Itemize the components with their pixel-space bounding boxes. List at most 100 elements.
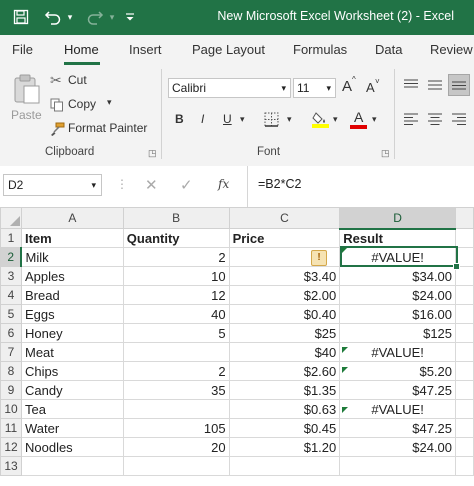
cell-b11[interactable]: 105 xyxy=(122,418,230,438)
cell-a9[interactable]: Candy xyxy=(20,380,124,400)
fill-color-dropdown-icon[interactable]: ▾ xyxy=(333,114,338,125)
cell-a11[interactable]: Water xyxy=(20,418,124,438)
cell-d4[interactable]: $24.00 xyxy=(339,285,457,305)
cell-c1[interactable]: Price xyxy=(228,228,341,248)
fill-handle[interactable] xyxy=(453,263,460,270)
fill-color-icon[interactable] xyxy=(312,110,329,128)
cell-a1[interactable]: Item xyxy=(20,228,124,248)
cell-a4[interactable]: Bread xyxy=(20,285,124,305)
row-header[interactable]: 7 xyxy=(0,342,22,362)
format-painter-button[interactable]: Format Painter xyxy=(50,120,150,138)
font-launcher-icon[interactable]: ◳ xyxy=(381,148,390,159)
tab-home[interactable]: Home xyxy=(64,42,99,57)
cell-e1[interactable] xyxy=(455,228,474,248)
cell-a3[interactable]: Apples xyxy=(20,266,124,286)
row-header[interactable]: 13 xyxy=(0,456,22,476)
cell-c5[interactable]: $0.40 xyxy=(228,304,341,324)
cell-e9[interactable] xyxy=(455,380,474,400)
cell-b6[interactable]: 5 xyxy=(122,323,230,343)
tab-data[interactable]: Data xyxy=(375,42,402,57)
row-header[interactable]: 3 xyxy=(0,266,22,286)
error-warning-icon[interactable]: ! xyxy=(311,250,327,266)
cell-d11[interactable]: $47.25 xyxy=(339,418,457,438)
cell-b3[interactable]: 10 xyxy=(122,266,230,286)
tab-review[interactable]: Review xyxy=(430,42,473,57)
cell-e4[interactable] xyxy=(455,285,474,305)
shrink-font-button[interactable]: A xyxy=(366,80,375,95)
tab-page-layout[interactable]: Page Layout xyxy=(192,42,265,57)
cell-d12[interactable]: $24.00 xyxy=(339,437,457,457)
font-name-box[interactable]: Calibri ▾ xyxy=(168,78,291,98)
cell-e8[interactable] xyxy=(455,361,474,381)
cell-b8[interactable]: 2 xyxy=(122,361,230,381)
borders-icon[interactable] xyxy=(264,112,279,127)
row-header[interactable]: 4 xyxy=(0,285,22,305)
redo-icon[interactable] xyxy=(84,6,106,28)
row-header[interactable]: 5 xyxy=(0,304,22,324)
cell-b1[interactable]: Quantity xyxy=(122,228,230,248)
align-top-icon[interactable] xyxy=(404,79,418,91)
underline-button[interactable]: U xyxy=(223,112,232,126)
font-size-box[interactable]: 11 ▾ xyxy=(293,78,336,98)
row-header[interactable]: 11 xyxy=(0,418,22,438)
cell-a10[interactable]: Tea xyxy=(20,399,124,419)
tab-formulas[interactable]: Formulas xyxy=(293,42,347,57)
cell-a7[interactable]: Meat xyxy=(20,342,124,362)
row-header[interactable]: 2 xyxy=(0,247,23,267)
cell-d3[interactable]: $34.00 xyxy=(339,266,457,286)
cell-b10[interactable] xyxy=(122,399,230,419)
bold-button[interactable]: B xyxy=(175,112,184,126)
cell-d5[interactable]: $16.00 xyxy=(339,304,457,324)
enter-icon[interactable]: ✓ xyxy=(180,176,193,194)
paste-button[interactable]: Paste xyxy=(9,72,45,128)
undo-dropdown-icon[interactable]: ▾ xyxy=(64,6,76,28)
cell-d6[interactable]: $125 xyxy=(339,323,457,343)
cell-b7[interactable] xyxy=(122,342,230,362)
cell-c9[interactable]: $1.35 xyxy=(228,380,341,400)
cell-b9[interactable]: 35 xyxy=(122,380,230,400)
cell-a13[interactable] xyxy=(20,456,124,476)
align-middle-icon[interactable] xyxy=(428,79,442,91)
cell-e13[interactable] xyxy=(455,456,474,476)
column-header-e[interactable] xyxy=(455,207,474,229)
cell-c6[interactable]: $25 xyxy=(228,323,341,343)
name-box[interactable]: D2 ▾ xyxy=(3,174,102,196)
align-center-icon[interactable] xyxy=(428,113,442,125)
error-indicator[interactable] xyxy=(342,407,348,413)
clipboard-launcher-icon[interactable]: ◳ xyxy=(148,148,157,159)
tab-insert[interactable]: Insert xyxy=(129,42,162,57)
cell-d1[interactable]: Result xyxy=(339,228,457,248)
row-header[interactable]: 1 xyxy=(0,228,22,248)
cell-c8[interactable]: $2.60 xyxy=(228,361,341,381)
cell-e7[interactable] xyxy=(455,342,474,362)
cell-b13[interactable] xyxy=(122,456,230,476)
cell-e5[interactable] xyxy=(455,304,474,324)
undo-icon[interactable] xyxy=(42,6,64,28)
customize-qat-icon[interactable] xyxy=(122,6,138,28)
insert-function-button[interactable]: fx xyxy=(218,177,229,191)
font-color-button[interactable]: A xyxy=(354,109,363,125)
cell-b4[interactable]: 12 xyxy=(122,285,230,305)
cell-b5[interactable]: 40 xyxy=(122,304,230,324)
cell-e11[interactable] xyxy=(455,418,474,438)
cell-c4[interactable]: $2.00 xyxy=(228,285,341,305)
cell-a6[interactable]: Honey xyxy=(20,323,124,343)
cell-c13[interactable] xyxy=(228,456,341,476)
cell-c7[interactable]: $40 xyxy=(228,342,341,362)
cell-d8[interactable]: $5.20 xyxy=(339,361,457,381)
cell-d2[interactable]: #VALUE! xyxy=(339,247,457,267)
error-indicator[interactable] xyxy=(342,367,348,373)
borders-dropdown-icon[interactable]: ▾ xyxy=(287,114,292,125)
grow-font-button[interactable]: A xyxy=(342,78,352,95)
error-indicator[interactable] xyxy=(342,347,348,353)
cell-c11[interactable]: $0.45 xyxy=(228,418,341,438)
column-header-b[interactable]: B xyxy=(122,207,230,229)
cell-a2[interactable]: Milk xyxy=(20,247,124,267)
cancel-icon[interactable]: ✕ xyxy=(145,176,158,194)
cell-a12[interactable]: Noodles xyxy=(20,437,124,457)
column-header-c[interactable]: C xyxy=(228,207,341,229)
column-header-a[interactable]: A xyxy=(20,207,124,229)
cell-e6[interactable] xyxy=(455,323,474,343)
cell-b2[interactable]: 2 xyxy=(122,247,230,267)
formula-input[interactable]: =B2*C2 xyxy=(258,177,301,191)
